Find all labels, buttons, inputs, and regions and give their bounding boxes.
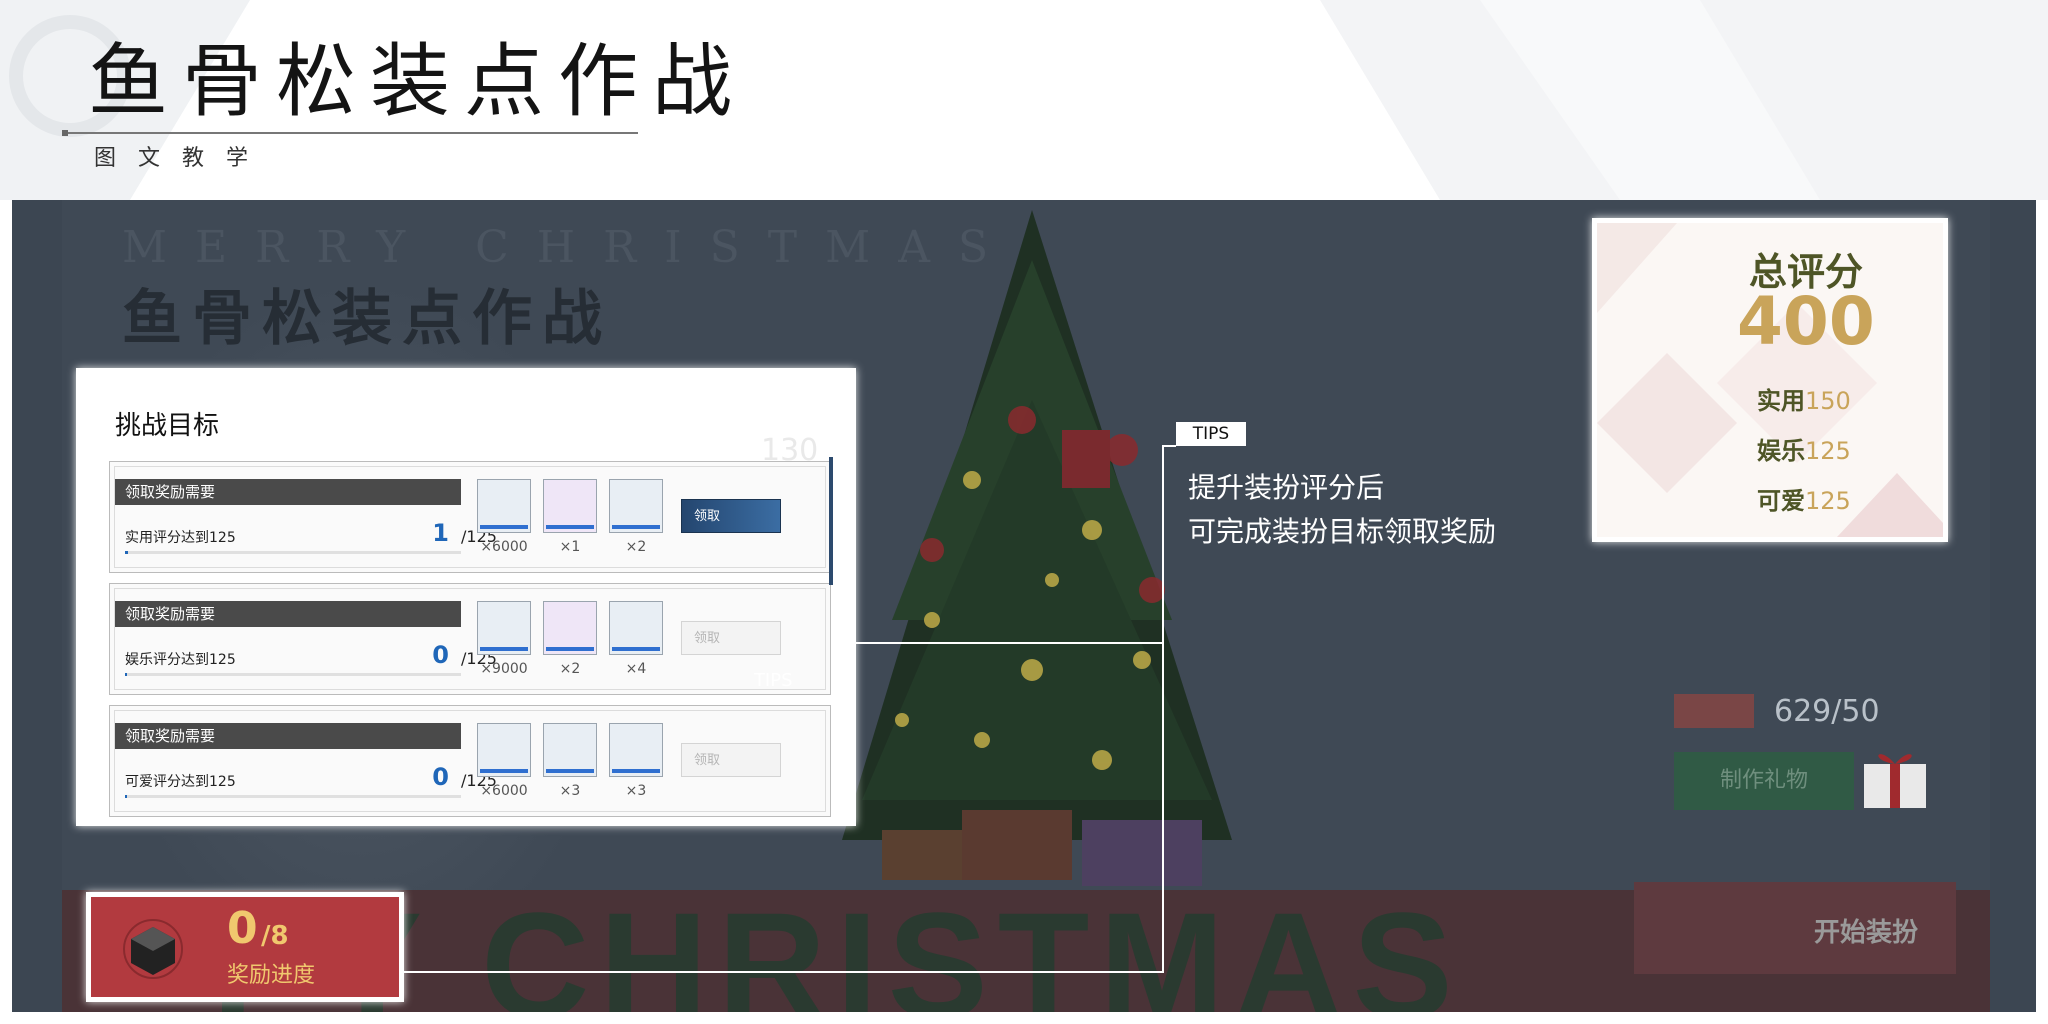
row-progress-fill	[125, 795, 128, 798]
stat-key: 可爱	[1757, 487, 1805, 515]
row-header: 领取奖励需要	[115, 723, 461, 749]
row-header: 领取奖励需要	[115, 601, 461, 627]
row-progress-fill	[125, 551, 129, 554]
total-score-value: 400	[1737, 283, 1875, 360]
claim-button[interactable]: 领取	[681, 621, 781, 655]
tips-text-line1: 提升装扮评分后	[1188, 471, 1385, 504]
row-progress-bar	[125, 795, 461, 798]
stat-cute: 可爱125	[1757, 481, 1851, 516]
item-quantity: ×3	[625, 783, 647, 799]
item-quantity: ×1	[559, 539, 581, 555]
ring-icon[interactable]	[477, 723, 531, 777]
tips-small-label: TIPS	[754, 670, 793, 691]
item-quantity: ×2	[559, 661, 581, 677]
stat-fun: 娱乐125	[1757, 431, 1851, 466]
claim-button[interactable]: 领取	[681, 499, 781, 533]
ticket-icon	[1674, 694, 1754, 728]
chip-icon[interactable]	[609, 479, 663, 533]
total-score-panel: 总评分 400 实用150 娱乐125 可爱125	[1592, 218, 1948, 542]
ring-icon[interactable]	[477, 601, 531, 655]
title-divider-dot	[62, 130, 68, 136]
reward-label: 奖励进度	[227, 963, 316, 988]
row-progress-bar	[125, 673, 461, 676]
item-quantity: ×3	[559, 783, 581, 799]
row-requirement: 可爱评分达到125	[125, 774, 236, 790]
start-dress-up-button[interactable]: 开始装扮	[1814, 912, 1918, 949]
row-frame: 领取奖励需要 可爱评分达到125 0 /125 ×6000 ×3 ×3 领取	[114, 710, 826, 812]
challenge-row: 领取奖励需要 实用评分达到125 1 /125 ×6000 ×1 ×2 领取	[109, 461, 831, 573]
tool-icon[interactable]	[543, 723, 597, 777]
tips-tag: TIPS	[1176, 422, 1246, 446]
game-title: 鱼骨松装点作战	[122, 284, 612, 354]
tips-text-line2: 可完成装扮目标领取奖励	[1188, 515, 1497, 548]
stat-value: 150	[1805, 387, 1851, 415]
challenge-row: 领取奖励需要 娱乐评分达到125 0 /125 ×9000 ×2 ×4 领取	[109, 583, 831, 695]
row-progress-fill	[125, 673, 128, 676]
row-progress-bar	[125, 551, 461, 554]
gift-material-count: 629/50	[1774, 694, 1880, 729]
page-subtitle: 图文教学	[94, 146, 271, 171]
gift-box-icon	[1864, 754, 1926, 808]
row-header: 领取奖励需要	[115, 479, 461, 505]
stat-key: 实用	[1757, 387, 1805, 415]
cube-icon	[123, 919, 183, 979]
wrench-icon[interactable]	[609, 723, 663, 777]
row-frame: 领取奖励需要 实用评分达到125 1 /125 ×6000 ×1 ×2 领取	[114, 466, 826, 568]
reward-current: 0	[227, 903, 258, 954]
challenge-goals-panel: 挑战目标 130 领取奖励需要 实用评分达到125 1 /125 ×6000 ×…	[76, 368, 856, 826]
row-current: 0	[432, 641, 449, 669]
item-quantity: ×6000	[480, 783, 528, 799]
row-current: 0	[432, 763, 449, 791]
challenge-title: 挑战目标	[115, 411, 220, 441]
scrollbar[interactable]	[829, 457, 833, 585]
stat-key: 娱乐	[1757, 437, 1805, 465]
row-requirement: 娱乐评分达到125	[125, 652, 236, 668]
item-quantity: ×9000	[480, 661, 528, 677]
page-title: 鱼骨松装点作战	[88, 35, 746, 128]
ring-icon[interactable]	[477, 479, 531, 533]
item-quantity: ×2	[625, 539, 647, 555]
claim-button[interactable]: 领取	[681, 743, 781, 777]
chip-icon[interactable]	[609, 601, 663, 655]
row-current: 1	[432, 519, 449, 547]
title-divider	[64, 132, 638, 134]
capsule-icon[interactable]	[543, 479, 597, 533]
item-quantity: ×6000	[480, 539, 528, 555]
reward-total: /8	[261, 921, 289, 951]
make-gift-button[interactable]: 制作礼物	[1674, 752, 1854, 810]
item-quantity: ×4	[625, 661, 647, 677]
challenge-row: 领取奖励需要 可爱评分达到125 0 /125 ×6000 ×3 ×3 领取	[109, 705, 831, 817]
stat-value: 125	[1805, 437, 1851, 465]
row-requirement: 实用评分达到125	[125, 530, 236, 546]
reward-progress-button[interactable]: 0 /8 奖励进度	[86, 892, 404, 1002]
stat-practical: 实用150	[1757, 381, 1851, 416]
row-frame: 领取奖励需要 娱乐评分达到125 0 /125 ×9000 ×2 ×4 领取	[114, 588, 826, 690]
stat-value: 125	[1805, 487, 1851, 515]
capsule-icon[interactable]	[543, 601, 597, 655]
